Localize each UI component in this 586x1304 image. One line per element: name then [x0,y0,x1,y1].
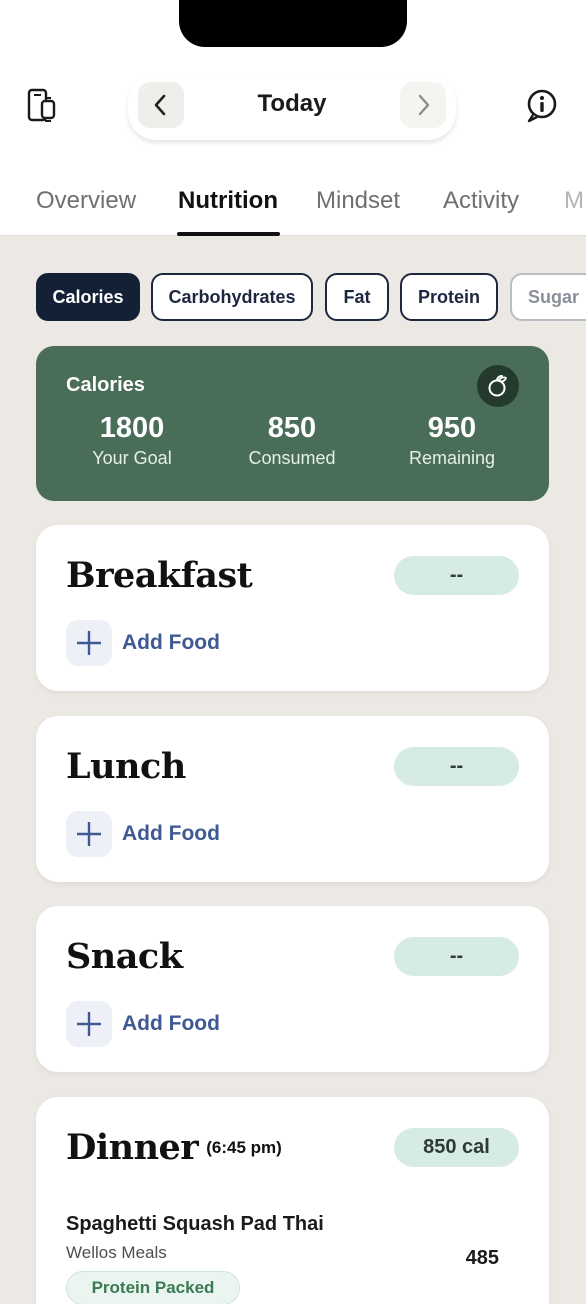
device-sync-icon[interactable] [22,86,62,126]
calories-remaining-stat: 950 Remaining [367,412,537,469]
meal-card-snack: Snack -- Add Food [36,906,549,1072]
add-food-button[interactable]: Add Food [66,1001,220,1047]
tab-overview[interactable]: Overview [36,187,136,215]
meal-card-dinner: Dinner (6:45 pm) 850 cal Spaghetti Squash… [36,1097,549,1304]
add-food-label[interactable]: Add Food [122,822,220,846]
tab-mindset[interactable]: Mindset [316,187,400,215]
calorie-goal-stat: 1800 Your Goal [47,412,217,469]
calories-remaining-label: Remaining [408,448,496,468]
top-bar: Today Overview Nutrition Mindset Activit… [0,0,586,236]
add-food-label[interactable]: Add Food [122,1012,220,1036]
filter-chip-fat[interactable]: Fat [325,273,389,321]
tab-more[interactable]: M [564,187,584,215]
calories-card-title: Calories [66,374,145,396]
filter-chip-calories[interactable]: Calories [36,273,140,321]
info-icon[interactable] [522,86,562,126]
chevron-right-icon [418,94,430,116]
device-notch [179,0,407,47]
calories-consumed-value: 850 [267,412,317,444]
plus-icon[interactable] [66,1001,112,1047]
tab-activity[interactable]: Activity [443,187,519,215]
meal-time: (6:45 pm) [206,1138,282,1157]
section-tabs: Overview Nutrition Mindset Activity M [0,183,586,236]
meal-card-lunch: Lunch -- Add Food [36,716,549,882]
calories-consumed-label: Consumed [248,448,336,468]
date-selector: Today [128,74,456,140]
calories-remaining-value: 950 [427,412,477,444]
meal-card-breakfast: Breakfast -- Add Food [36,525,549,691]
meal-calorie-badge: -- [394,747,519,786]
meal-calorie-badge: 850 cal [394,1128,519,1167]
meal-title-text: Dinner [66,1127,199,1168]
calories-consumed-stat: 850 Consumed [207,412,377,469]
active-tab-indicator [177,232,280,236]
plus-icon[interactable] [66,620,112,666]
food-brand: Wellos Meals [66,1243,167,1262]
plus-icon[interactable] [66,811,112,857]
food-name: Spaghetti Squash Pad Thai [66,1213,324,1235]
calories-summary-card: Calories 1800 Your Goal 850 Consumed 950… [36,346,549,501]
add-food-label[interactable]: Add Food [122,631,220,655]
food-calories: 485 [465,1247,499,1269]
next-day-button[interactable] [400,82,446,128]
nutrient-filter-chips: Calories Carbohydrates Fat Protein Sugar [0,273,586,323]
tab-nutrition[interactable]: Nutrition [178,187,278,215]
meal-title: Dinner (6:45 pm) [66,1127,282,1168]
filter-chip-protein[interactable]: Protein [400,273,498,321]
meal-title: Breakfast [66,555,253,596]
calorie-goal-label: Your Goal [92,448,172,468]
meal-calorie-badge: -- [394,937,519,976]
meal-title: Lunch [66,746,186,787]
meal-calorie-badge: -- [394,556,519,595]
meal-title: Snack [66,936,183,977]
add-food-button[interactable]: Add Food [66,811,220,857]
add-food-button[interactable]: Add Food [66,620,220,666]
filter-chip-carbohydrates[interactable]: Carbohydrates [151,273,313,321]
food-tag: Protein Packed [66,1271,240,1304]
filter-chip-sugar[interactable]: Sugar [510,273,586,321]
apple-icon[interactable] [477,365,519,407]
calorie-goal-value: 1800 [99,412,165,444]
